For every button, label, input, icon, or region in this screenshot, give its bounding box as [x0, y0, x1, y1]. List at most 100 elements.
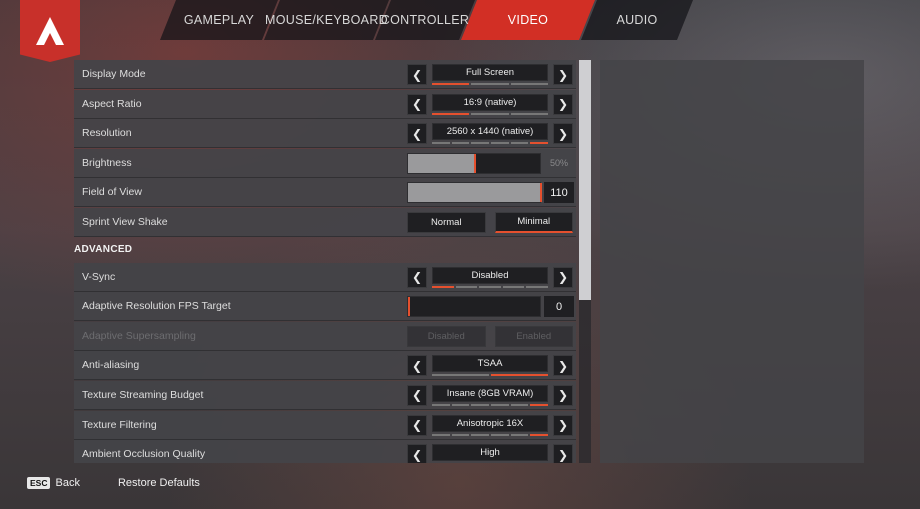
back-button[interactable]: Back — [55, 477, 79, 489]
option-pip — [471, 433, 490, 436]
setting-label: Adaptive Supersampling — [82, 329, 196, 342]
option-pips — [432, 403, 549, 406]
fov-slider[interactable] — [407, 182, 542, 204]
texture-filtering-selector: ❮ Anisotropic 16X ❯ — [407, 414, 573, 436]
setting-adaptive-resolution: Adaptive Resolution FPS Target 0 — [74, 292, 576, 322]
option-pip — [491, 374, 548, 377]
tab-gameplay[interactable]: GAMEPLAY — [160, 0, 278, 40]
option-pip — [530, 142, 549, 145]
adaptive-resolution-slider[interactable] — [407, 296, 541, 318]
tab-audio[interactable]: AUDIO — [581, 0, 693, 40]
adaptive-supersampling-toggle: Disabled Enabled — [407, 325, 573, 347]
option-pips — [432, 112, 548, 115]
chevron-left-icon[interactable]: ❮ — [407, 123, 427, 145]
chevron-right-icon[interactable]: ❯ — [553, 384, 573, 406]
option-pip — [510, 142, 529, 145]
display-mode-selector: ❮ Full Screen ❯ — [407, 64, 573, 85]
chevron-right-icon[interactable]: ❯ — [553, 444, 573, 463]
setting-label: Texture Filtering — [82, 418, 157, 431]
setting-label: Sprint View Shake — [82, 215, 168, 228]
option-pip — [432, 112, 470, 115]
selector-value: TSAA — [432, 355, 548, 373]
option-pip — [432, 433, 450, 436]
option-pip — [471, 142, 490, 145]
setting-field-of-view: Field of View 110 — [74, 178, 576, 208]
option-pips — [432, 433, 549, 436]
slider-handle[interactable] — [408, 297, 410, 317]
setting-label: Display Mode — [82, 68, 146, 80]
option-pip — [530, 433, 549, 436]
setting-label: Brightness — [82, 156, 132, 169]
tab-mouse-keyboard[interactable]: MOUSE/KEYBOARD — [264, 0, 389, 40]
chevron-right-icon[interactable]: ❯ — [553, 414, 573, 436]
option-pip — [432, 403, 450, 406]
selector-value: 2560 x 1440 (native) — [432, 123, 548, 141]
tab-controller[interactable]: CONTROLLER — [375, 0, 475, 40]
option-pip — [471, 112, 509, 115]
esc-key-hint: ESC — [27, 477, 51, 489]
option-pip — [479, 285, 501, 288]
chevron-left-icon[interactable]: ❮ — [407, 266, 427, 288]
setting-label: Texture Streaming Budget — [82, 388, 204, 401]
setting-texture-streaming-budget: Texture Streaming Budget ❮ Insane (8GB V… — [74, 380, 576, 410]
option-pip — [451, 433, 470, 436]
slider-fill — [408, 183, 542, 203]
sprint-view-shake-toggle: Normal Minimal — [407, 211, 573, 233]
setting-label: Field of View — [82, 186, 142, 199]
tab-video[interactable]: VIDEO — [461, 0, 595, 40]
chevron-left-icon[interactable]: ❮ — [407, 444, 427, 463]
settings-tabs: GAMEPLAY MOUSE/KEYBOARD CONTROLLER VIDEO… — [160, 0, 693, 40]
chevron-right-icon[interactable]: ❯ — [553, 93, 573, 115]
option-minimal[interactable]: Minimal — [494, 211, 573, 233]
setting-aspect-ratio: Aspect Ratio ❮ 16:9 (native) ❯ — [74, 89, 576, 119]
setting-label: V-Sync — [82, 270, 116, 283]
footer-bar: ESC Back Restore Defaults — [27, 477, 200, 489]
chevron-right-icon[interactable]: ❯ — [553, 266, 573, 288]
vsync-selector: ❮ Disabled ❯ — [407, 266, 573, 288]
chevron-left-icon[interactable]: ❮ — [407, 414, 427, 436]
option-pips — [432, 285, 548, 288]
chevron-left-icon[interactable]: ❮ — [407, 64, 427, 85]
selector-value: 16:9 (native) — [432, 93, 548, 111]
option-pip — [451, 142, 470, 145]
settings-scrollbar[interactable] — [579, 60, 591, 463]
chevron-left-icon[interactable]: ❮ — [407, 355, 427, 377]
texture-budget-selector: ❮ Insane (8GB VRAM) ❯ — [407, 384, 573, 406]
apex-logo — [20, 0, 80, 62]
setting-anti-aliasing: Anti-aliasing ❮ TSAA ❯ — [74, 351, 576, 381]
chevron-left-icon[interactable]: ❮ — [407, 384, 427, 406]
selector-value: Full Screen — [432, 64, 548, 81]
option-pip — [510, 112, 548, 115]
setting-brightness: Brightness 50% — [74, 148, 576, 178]
chevron-right-icon[interactable]: ❯ — [553, 123, 573, 145]
option-pip — [502, 285, 525, 288]
brightness-value: 50% — [549, 158, 568, 169]
setting-adaptive-supersampling: Adaptive Supersampling Disabled Enabled — [74, 321, 576, 351]
restore-defaults-button[interactable]: Restore Defaults — [118, 477, 200, 489]
ambient-occlusion-selector: ❮ High ❯ — [407, 444, 573, 463]
option-pip — [432, 285, 454, 288]
option-pip — [432, 83, 470, 85]
setting-ambient-occlusion: Ambient Occlusion Quality ❮ High ❯ — [74, 440, 576, 463]
selector-value: Anisotropic 16X — [432, 414, 548, 432]
setting-display-mode: Display Mode ❮ Full Screen ❯ — [74, 60, 576, 89]
setting-sprint-view-shake: Sprint View Shake Normal Minimal — [74, 207, 576, 237]
selector-value: Disabled — [432, 266, 548, 284]
chevron-right-icon[interactable]: ❯ — [553, 64, 573, 85]
option-pip — [432, 142, 450, 145]
resolution-selector: ❮ 2560 x 1440 (native) ❯ — [407, 123, 573, 145]
scrollbar-thumb[interactable] — [579, 60, 591, 300]
selector-value: Insane (8GB VRAM) — [432, 384, 548, 402]
aspect-ratio-selector: ❮ 16:9 (native) ❯ — [407, 93, 573, 115]
option-pip — [471, 83, 509, 85]
chevron-left-icon[interactable]: ❮ — [407, 93, 427, 115]
option-pip — [530, 403, 549, 406]
setting-description-panel — [600, 60, 864, 463]
option-normal[interactable]: Normal — [407, 211, 486, 233]
setting-label: Ambient Occlusion Quality — [82, 448, 206, 461]
option-pip — [526, 285, 548, 288]
setting-label: Aspect Ratio — [82, 97, 142, 110]
selector-value: High — [432, 444, 548, 462]
chevron-right-icon[interactable]: ❯ — [553, 355, 573, 377]
brightness-slider[interactable] — [407, 152, 541, 174]
